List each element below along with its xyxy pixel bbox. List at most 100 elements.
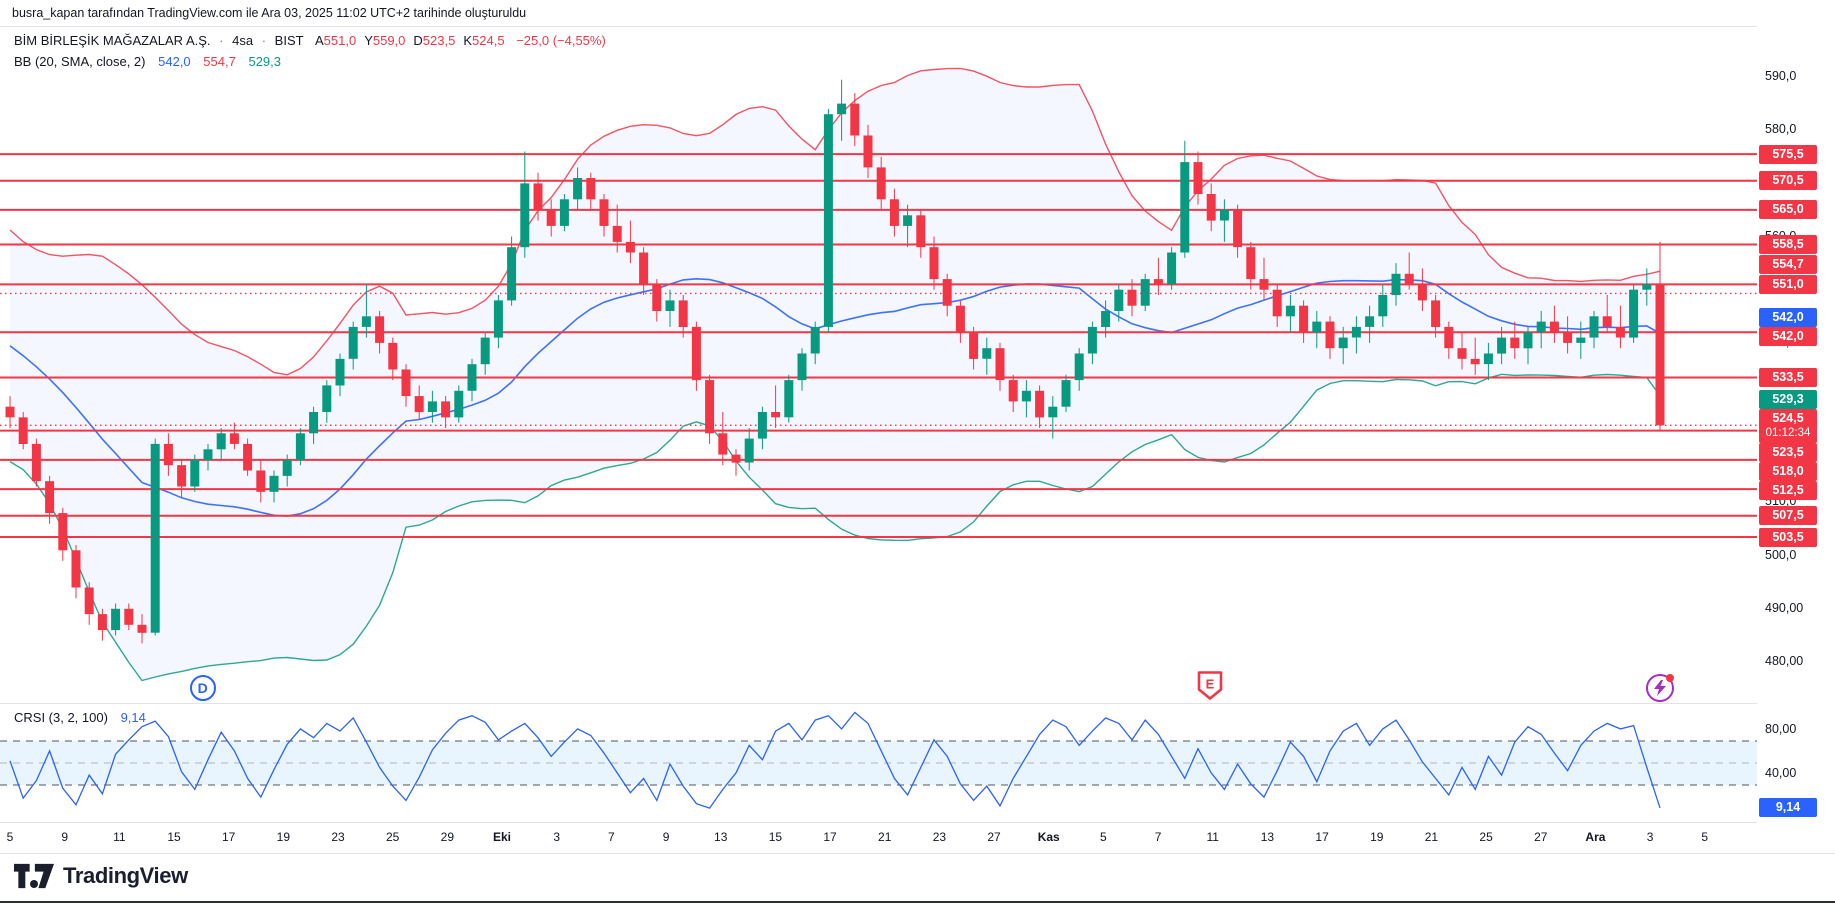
price-axis-label: 490,00 (1765, 601, 1803, 615)
price-axis-label: 500,0 (1765, 548, 1796, 562)
time-tick: 21 (878, 830, 891, 844)
time-tick: 27 (987, 830, 1000, 844)
tradingview-logo-icon (14, 863, 54, 889)
time-tick-month: Ara (1585, 830, 1605, 844)
time-tick: 5 (1701, 830, 1708, 844)
time-tick: 23 (331, 830, 344, 844)
time-tick: 9 (663, 830, 670, 844)
level-price-badge: 507,5 (1759, 506, 1817, 525)
ohlc-value: 524,5 (472, 33, 505, 48)
dividend-icon: D (190, 675, 216, 701)
alert-marker[interactable] (1646, 674, 1674, 702)
time-tick: 11 (1207, 830, 1219, 844)
level-price-badge: 565,0 (1759, 200, 1817, 219)
price-axis-label: 480,00 (1765, 654, 1803, 668)
tradingview-chart-window: busra_kapan tarafından TradingView.com i… (0, 0, 1835, 909)
window-bottom-line (0, 901, 1835, 903)
time-tick: 25 (386, 830, 399, 844)
time-tick: 11 (113, 830, 125, 844)
bb-value-badge: 542,0 (1759, 308, 1817, 327)
time-tick: 15 (769, 830, 782, 844)
time-axis[interactable]: 5 9 11 15 17 19 23 25 29 Eki 3 7 9 13 15 17 21 23 27 Kas 5 7 1… (0, 823, 1757, 853)
chart-bottom-border (0, 853, 1835, 854)
crsi-label: CRSI (3, 2, 100) (14, 710, 108, 725)
time-tick: 19 (1370, 830, 1383, 844)
bb-basis-value: 542,0 (158, 54, 191, 69)
time-tick: 7 (608, 830, 615, 844)
crsi-value: 9,14 (121, 710, 146, 725)
time-tick: 13 (1261, 830, 1274, 844)
bb-lower-value: 529,3 (248, 54, 281, 69)
ohlc-value: 559,0 (373, 33, 406, 48)
lightning-icon (1646, 674, 1674, 702)
crsi-pane (0, 712, 1757, 808)
level-price-badge: 542,0 (1759, 327, 1817, 346)
price-axis-label: 580,0 (1765, 122, 1796, 136)
time-tick: 17 (1315, 830, 1328, 844)
pane-separator[interactable] (0, 703, 1835, 704)
bb-label: BB (20, SMA, close, 2) (14, 54, 146, 69)
time-tick: 29 (441, 830, 454, 844)
time-tick: 13 (714, 830, 727, 844)
time-tick-month: Kas (1038, 830, 1060, 844)
level-price-badge: 570,5 (1759, 171, 1817, 190)
alert-dot (1666, 674, 1674, 682)
time-tick: 5 (7, 830, 14, 844)
price-axis[interactable]: 590,0580,0560,0540,0510,0500,0490,00480,… (1757, 26, 1835, 853)
bb-value-badge: 529,3 (1759, 390, 1817, 409)
symbol-title: BİM BİRLEŞİK MAĞAZALAR A.Ş. (14, 33, 211, 48)
ohlc-key: D (413, 33, 422, 48)
bar-close-countdown: 01:12:34 (1759, 426, 1817, 441)
bb-upper-value: 554,7 (203, 54, 236, 69)
time-tick-month: Eki (493, 830, 511, 844)
crsi-legend[interactable]: CRSI (3, 2, 100) 9,14 (14, 710, 146, 725)
dividend-marker[interactable]: D (190, 675, 216, 701)
price-axis-label: 590,0 (1765, 69, 1796, 83)
time-tick: 17 (823, 830, 836, 844)
symbol-legend[interactable]: BİM BİRLEŞİK MAĞAZALAR A.Ş. · 4sa · BIST… (14, 33, 606, 48)
ohlc-key: A (315, 33, 324, 48)
ohlc-value: 551,0 (324, 33, 357, 48)
time-tick: 27 (1534, 830, 1547, 844)
price-chart-canvas[interactable] (0, 0, 1757, 853)
tradingview-logo[interactable]: TradingView (14, 863, 188, 889)
time-tick: 17 (222, 830, 235, 844)
level-price-badge: 551,0 (1759, 275, 1817, 294)
bb-legend[interactable]: BB (20, SMA, close, 2) 542,0 554,7 529,3 (14, 54, 281, 69)
level-price-badge: 523,5 (1759, 443, 1817, 462)
crsi-axis-label: 40,00 (1765, 766, 1796, 780)
ohlc-key: Y (364, 33, 373, 48)
change-value: −25,0 (−4,55%) (516, 33, 606, 48)
time-tick: 3 (553, 830, 560, 844)
time-tick: 9 (61, 830, 68, 844)
level-price-badge: 533,5 (1759, 368, 1817, 387)
time-tick: 23 (933, 830, 946, 844)
svg-text:E: E (1206, 677, 1215, 692)
footer: TradingView (0, 855, 1835, 901)
ohlc-key: K (463, 33, 472, 48)
time-tick: 21 (1425, 830, 1438, 844)
level-price-badge: 518,0 (1759, 462, 1817, 481)
tradingview-logo-text: TradingView (63, 863, 188, 889)
earnings-marker[interactable]: E (1197, 671, 1223, 705)
crsi-axis-label: 80,00 (1765, 722, 1796, 736)
level-price-badge: 575,5 (1759, 145, 1817, 164)
last-price-badge: 524,501:12:34 (1759, 409, 1817, 443)
time-tick: 5 (1100, 830, 1107, 844)
exchange-label: BIST (275, 33, 304, 48)
time-tick: 25 (1479, 830, 1492, 844)
time-tick: 19 (277, 830, 290, 844)
level-price-badge: 503,5 (1759, 528, 1817, 547)
time-tick: 15 (167, 830, 180, 844)
ohlc-values: A551,0 Y559,0 D523,5 K524,5 (307, 33, 505, 48)
level-price-badge: 512,5 (1759, 481, 1817, 500)
level-price-badge: 558,5 (1759, 235, 1817, 254)
crsi-value-badge: 9,14 (1759, 798, 1817, 817)
bb-value-badge: 554,7 (1759, 255, 1817, 274)
bollinger-bands (10, 69, 1660, 681)
ohlc-value: 523,5 (423, 33, 456, 48)
earnings-shield-icon: E (1197, 671, 1223, 700)
interval-label: 4sa (232, 33, 253, 48)
time-tick: 7 (1155, 830, 1162, 844)
time-tick: 3 (1647, 830, 1654, 844)
